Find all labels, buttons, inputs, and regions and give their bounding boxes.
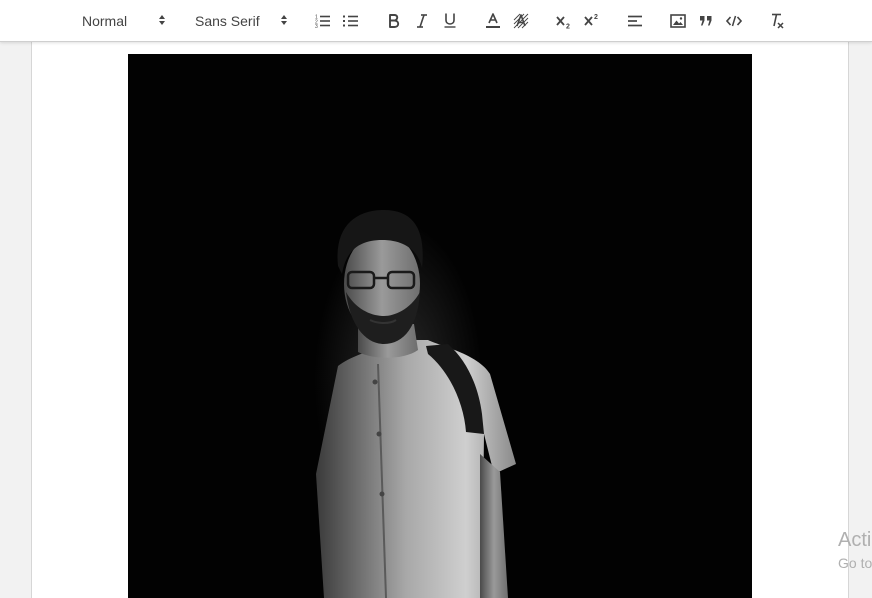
editor-content-area[interactable] [32, 41, 849, 598]
ordered-list-button[interactable]: 1 2 3 [313, 0, 333, 41]
background-color-icon [513, 13, 529, 28]
italic-icon [417, 13, 427, 28]
italic-button[interactable] [412, 0, 432, 41]
background-color-button[interactable] [511, 0, 531, 41]
align-left-icon [627, 15, 642, 26]
underline-button[interactable] [440, 0, 460, 41]
align-button[interactable] [625, 0, 645, 41]
image-icon [670, 13, 686, 28]
picker-arrows-icon [281, 15, 287, 25]
portrait-photo-graphic [128, 54, 752, 598]
bullet-list-button[interactable] [341, 0, 361, 41]
code-block-button[interactable] [724, 0, 744, 41]
activation-watermark-subtitle: Go to [838, 555, 872, 571]
code-icon [726, 15, 742, 26]
activation-watermark-title: Acti [838, 529, 872, 551]
blockquote-button[interactable] [696, 0, 716, 41]
underline-icon [444, 13, 456, 28]
svg-text:2: 2 [566, 23, 570, 29]
bold-icon [389, 13, 400, 28]
superscript-icon: 2 [584, 14, 598, 26]
clear-formatting-button[interactable] [767, 0, 787, 41]
svg-text:3: 3 [315, 24, 318, 28]
text-color-button[interactable] [483, 0, 503, 41]
bullet-list-icon [343, 15, 358, 26]
embedded-portrait-image[interactable] [128, 54, 752, 598]
svg-text:2: 2 [594, 14, 598, 21]
text-color-icon [486, 12, 500, 28]
blockquote-icon [700, 15, 712, 25]
bold-button[interactable] [384, 0, 404, 41]
font-picker-label: Sans Serif [195, 12, 260, 29]
editor-toolbar: Normal Sans Serif 1 2 3 2 2 [0, 0, 872, 42]
picker-arrows-icon [159, 15, 165, 25]
image-button[interactable] [668, 0, 688, 41]
subscript-button[interactable]: 2 [554, 0, 574, 41]
clear-formatting-icon [772, 13, 784, 29]
subscript-icon: 2 [556, 15, 570, 29]
ordered-list-icon: 1 2 3 [315, 14, 330, 28]
header-picker-label: Normal [82, 12, 128, 29]
header-picker[interactable]: Normal [82, 0, 166, 41]
superscript-button[interactable]: 2 [582, 0, 602, 41]
font-picker[interactable]: Sans Serif [195, 0, 288, 41]
